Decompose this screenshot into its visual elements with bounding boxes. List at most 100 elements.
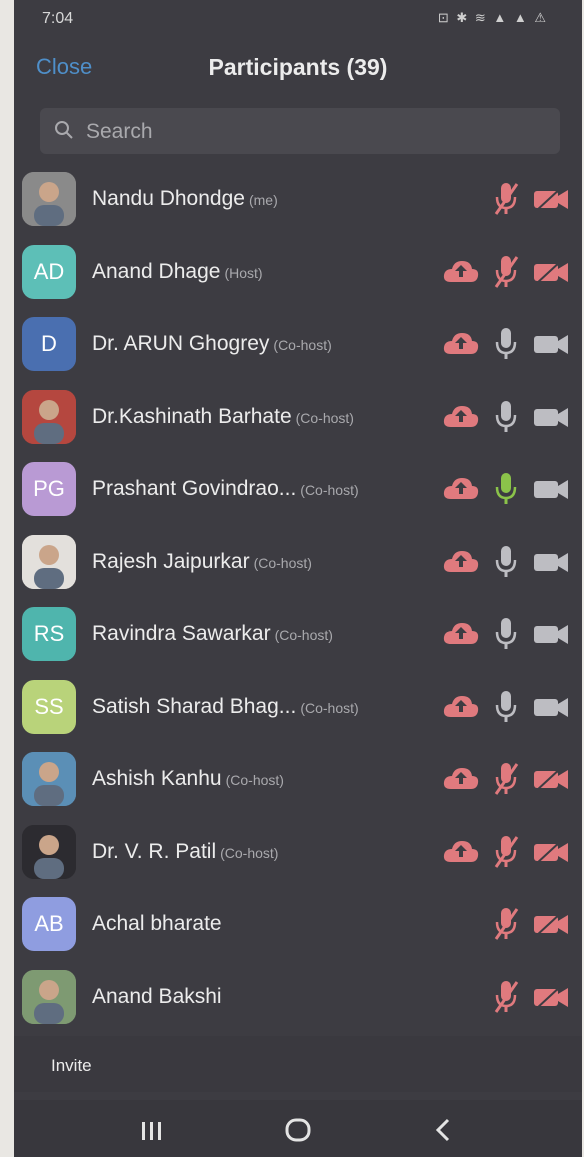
- participant-status-icons: [442, 761, 572, 797]
- video-off-icon[interactable]: [532, 838, 570, 871]
- participant-row[interactable]: AB Achal bharate: [14, 888, 582, 961]
- participant-name-text: Achal bharate: [92, 912, 222, 935]
- participant-name: Prashant Govindrao... (Co-host): [92, 477, 359, 501]
- mic-muted-icon[interactable]: [492, 906, 520, 947]
- cloud-recording-icon: [442, 330, 480, 361]
- video-icon[interactable]: [532, 620, 570, 653]
- participant-name: Achal bharate: [92, 912, 222, 936]
- avatar: PG: [22, 462, 76, 516]
- cloud-recording-icon: [442, 693, 480, 724]
- participant-row[interactable]: AD Anand Dhage (Host): [14, 236, 582, 309]
- avatar-photo-icon: [22, 389, 76, 444]
- avatar-photo-icon: [22, 172, 76, 226]
- recent-apps-button[interactable]: [122, 1110, 182, 1150]
- mic-icon[interactable]: [492, 326, 520, 367]
- invite-button[interactable]: Invite: [51, 1056, 92, 1076]
- mic-muted-icon[interactable]: [492, 979, 520, 1020]
- participant-role: (Co-host): [253, 554, 312, 571]
- participant-role: (Co-host): [300, 699, 359, 716]
- cloud-recording-icon: [442, 620, 480, 651]
- search-input[interactable]: [84, 116, 548, 148]
- avatar: [22, 824, 76, 879]
- mic-icon[interactable]: [492, 616, 520, 657]
- participant-name-text: Dr. V. R. Patil: [92, 839, 217, 863]
- cloud-recording-icon: [442, 475, 480, 506]
- avatar-initials: RS: [33, 621, 65, 646]
- participant-row[interactable]: SS Satish Sharad Bhag... (Co-host): [14, 671, 582, 744]
- participant-row[interactable]: RS Ravindra Sawarkar (Co-host): [14, 598, 582, 671]
- participant-role: (Co-host): [225, 772, 284, 788]
- video-icon[interactable]: [532, 403, 570, 436]
- avatar-initials: SS: [34, 693, 64, 719]
- phone-screen: 7:04 ⊡ ✱ ≋ ▲ ▲ ⚠ Close Participants (39)…: [14, 0, 582, 1157]
- mic-muted-icon[interactable]: [492, 254, 520, 295]
- mic-muted-icon[interactable]: [492, 181, 520, 222]
- cloud-recording-icon: [442, 403, 480, 434]
- participant-row[interactable]: PG Prashant Govindrao... (Co-host): [14, 453, 582, 526]
- mic-muted-icon[interactable]: [492, 834, 520, 875]
- video-off-icon[interactable]: [532, 910, 570, 943]
- participant-name: Dr.Kashinath Barhate (Co-host): [92, 405, 354, 429]
- avatar-photo-icon: [22, 752, 76, 806]
- participant-role: (Co-host): [295, 409, 354, 426]
- participant-status-icons: [442, 254, 572, 290]
- avatar: AD: [22, 244, 76, 299]
- participant-status-icons: [442, 326, 572, 362]
- home-icon: [285, 1118, 311, 1142]
- participant-name-text: Ravindra Sawarkar: [92, 622, 271, 645]
- mic-icon[interactable]: [492, 399, 520, 440]
- avatar: [22, 752, 76, 806]
- mic-icon[interactable]: [492, 471, 520, 512]
- home-button[interactable]: [268, 1110, 328, 1150]
- status-time: 7:04: [42, 10, 74, 27]
- participant-name-text: Rajesh Jaipurkar: [92, 549, 250, 573]
- participant-role: (Host): [224, 264, 263, 281]
- participant-name: Rajesh Jaipurkar (Co-host): [92, 550, 312, 574]
- mic-icon[interactable]: [492, 689, 520, 730]
- page-title: Participants (39): [208, 54, 388, 80]
- video-off-icon[interactable]: [532, 185, 570, 218]
- footer-bar: Invite: [14, 1036, 582, 1092]
- participant-role: (Co-host): [300, 482, 359, 498]
- avatar-initials: PG: [33, 476, 65, 501]
- status-icons: ⊡ ✱ ≋ ▲ ▲ ⚠: [437, 10, 548, 25]
- participant-row[interactable]: Dr. V. R. Patil (Co-host): [14, 816, 582, 889]
- participant-name: Anand Dhage (Host): [92, 260, 263, 284]
- participant-name-text: Satish Sharad Bhag...: [92, 694, 297, 718]
- participant-name-text: Prashant Govindrao...: [92, 477, 297, 500]
- participant-status-icons: [442, 906, 572, 942]
- avatar: SS: [22, 679, 76, 734]
- participant-name: Anand Bakshi: [92, 985, 222, 1009]
- mic-muted-icon[interactable]: [492, 761, 520, 802]
- participant-row[interactable]: D Dr. ARUN Ghogrey (Co-host): [14, 308, 582, 381]
- video-off-icon[interactable]: [532, 765, 570, 798]
- avatar-initials: AB: [34, 911, 64, 936]
- cloud-recording-icon: [442, 838, 480, 869]
- avatar: [22, 172, 76, 226]
- avatar: [22, 389, 76, 444]
- recent-apps-icon: [142, 1122, 161, 1140]
- cloud-recording-icon: [442, 765, 480, 796]
- video-off-icon[interactable]: [532, 258, 570, 291]
- participant-name: Dr. ARUN Ghogrey (Co-host): [92, 332, 332, 356]
- participant-row[interactable]: Ashish Kanhu (Co-host): [14, 743, 582, 816]
- search-bar[interactable]: [40, 108, 560, 154]
- participant-name: Satish Sharad Bhag... (Co-host): [92, 695, 359, 719]
- video-off-icon[interactable]: [532, 983, 570, 1016]
- participant-name: Nandu Dhondge (me): [92, 187, 278, 211]
- participant-status-icons: [442, 471, 572, 507]
- video-icon[interactable]: [532, 548, 570, 581]
- back-button[interactable]: [414, 1110, 474, 1150]
- participant-role: (Co-host): [220, 844, 279, 861]
- avatar: [22, 969, 76, 1024]
- participant-row[interactable]: Anand Bakshi: [14, 961, 582, 1034]
- video-icon[interactable]: [532, 330, 570, 363]
- participant-status-icons: [442, 689, 572, 725]
- video-icon[interactable]: [532, 693, 570, 726]
- participant-row[interactable]: Rajesh Jaipurkar (Co-host): [14, 526, 582, 599]
- mic-icon[interactable]: [492, 544, 520, 585]
- participant-row[interactable]: Nandu Dhondge (me): [14, 163, 582, 236]
- participant-row[interactable]: Dr.Kashinath Barhate (Co-host): [14, 381, 582, 454]
- video-icon[interactable]: [532, 475, 570, 508]
- participant-status-icons: [442, 979, 572, 1015]
